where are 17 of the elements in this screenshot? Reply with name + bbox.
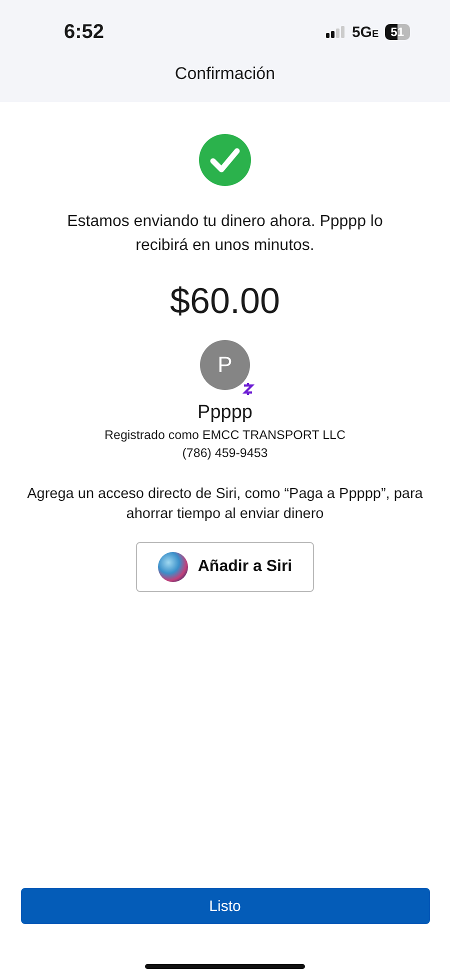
done-button[interactable]: Listo bbox=[20, 888, 430, 924]
screen-title: Confirmación bbox=[174, 64, 276, 84]
avatar: P bbox=[200, 340, 250, 390]
status-time: 6:52 bbox=[64, 20, 104, 44]
zelle-badge-icon bbox=[240, 380, 256, 398]
recipient-name: Ppppp bbox=[198, 402, 252, 424]
phone-number: (786) 459-9453 bbox=[182, 446, 268, 460]
add-to-siri-button[interactable]: Añadir a Siri bbox=[136, 542, 314, 592]
battery-indicator: 51 bbox=[384, 24, 410, 40]
amount: $60.00 bbox=[170, 280, 280, 322]
network-label: 5GE bbox=[352, 24, 379, 40]
checkmark-icon bbox=[199, 134, 251, 186]
signal-icon bbox=[326, 26, 346, 38]
confirmation-message: Estamos enviando tu dinero ahora. Ppppp lo recibirá en unos minutos. bbox=[66, 212, 384, 256]
registered-name: Registrado como EMCC TRANSPORT LLC bbox=[104, 428, 346, 442]
siri-hint: Agrega un acceso directo de Siri, como “Paga a Ppppp”, para ahorrar tiempo al enviar dinero bbox=[26, 485, 424, 524]
siri-orb-icon bbox=[158, 552, 188, 582]
